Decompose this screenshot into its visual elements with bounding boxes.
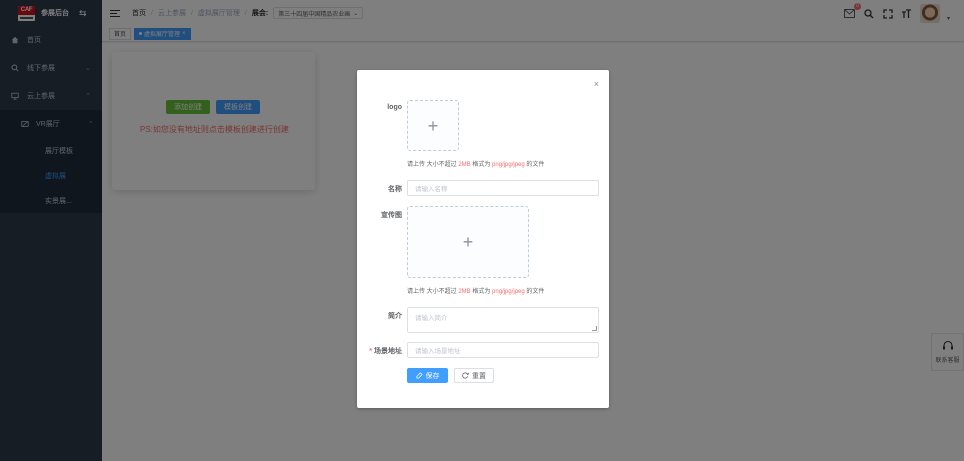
plus-icon: + [462, 232, 474, 252]
name-input[interactable]: 请输入名称 [407, 180, 599, 196]
logo-label: logo [387, 104, 402, 111]
banner-upload-tip: 请上传 大小不超过 2MB 格式为 png/jpg/jpeg 的文件 [407, 289, 545, 295]
banner-uploader[interactable]: + [407, 206, 529, 278]
resize-handle-icon[interactable] [592, 326, 597, 331]
logo-upload-tip: 请上传 大小不超过 2MB 格式为 png/jpg/jpeg 的文件 [407, 162, 545, 168]
plus-icon: + [427, 115, 439, 136]
intro-placeholder: 请输入简介 [415, 315, 448, 322]
logo-uploader[interactable]: + [407, 100, 459, 151]
name-label: 名称 [388, 186, 402, 193]
banner-label: 宣传图 [381, 212, 402, 219]
refresh-icon [462, 372, 469, 379]
reset-button[interactable]: 重置 [454, 368, 494, 383]
name-placeholder: 请输入名称 [415, 186, 448, 193]
save-button[interactable]: 保存 [407, 368, 448, 383]
edit-icon [415, 372, 423, 379]
scene-input[interactable]: 请输入场景地址 [407, 342, 599, 358]
vr-hall-dialog: × logo + 请上传 大小不超过 2MB 格式为 png/jpg/jpeg … [357, 70, 609, 408]
scene-placeholder: 请输入场景地址 [415, 348, 461, 355]
intro-textarea[interactable]: 请输入简介 [407, 307, 599, 333]
intro-label: 简介 [388, 313, 402, 320]
scene-label: * 场景地址 [369, 348, 402, 355]
close-icon[interactable]: × [594, 80, 599, 89]
